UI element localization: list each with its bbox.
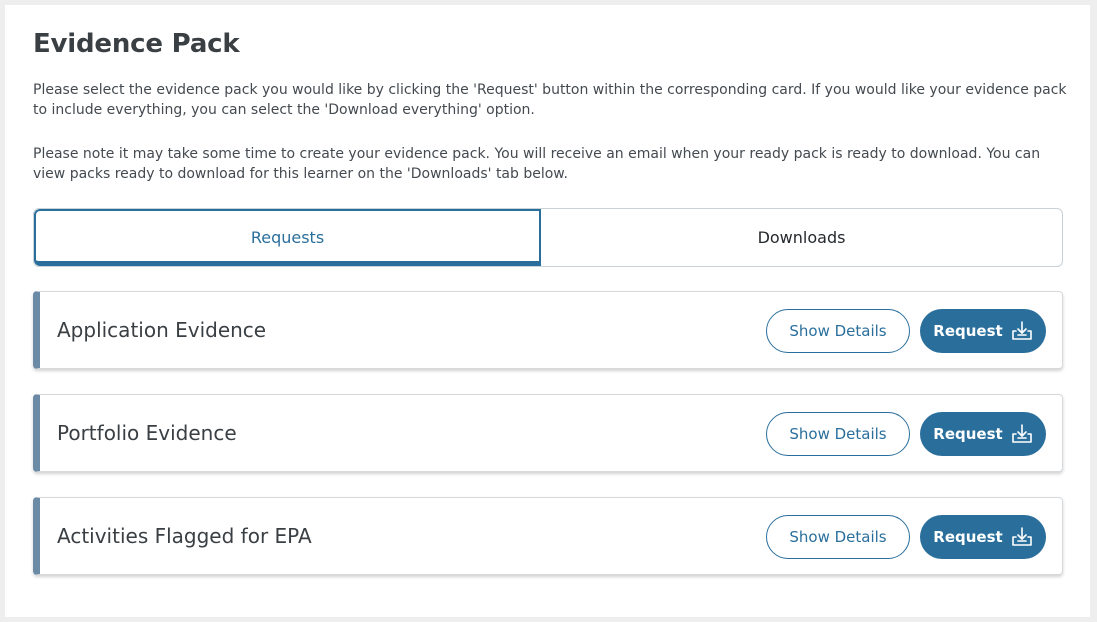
card-title: Portfolio Evidence: [57, 421, 237, 445]
request-button[interactable]: Request: [920, 309, 1046, 353]
card-title: Application Evidence: [57, 318, 267, 342]
evidence-card-application: Application Evidence Show Details Reques…: [33, 291, 1063, 369]
tab-bar: Requests Downloads: [33, 208, 1063, 267]
request-button[interactable]: Request: [920, 412, 1046, 456]
show-details-button[interactable]: Show Details: [766, 412, 910, 456]
download-tray-icon: [1011, 424, 1032, 443]
request-button-label: Request: [933, 322, 1003, 340]
request-button-label: Request: [933, 528, 1003, 546]
page-title: Evidence Pack: [33, 29, 240, 59]
request-button[interactable]: Request: [920, 515, 1046, 559]
card-title: Activities Flagged for EPA: [57, 524, 312, 548]
tab-downloads[interactable]: Downloads: [541, 209, 1062, 266]
evidence-pack-panel: Evidence Pack Please select the evidence…: [5, 5, 1090, 617]
show-details-button[interactable]: Show Details: [766, 309, 910, 353]
download-tray-icon: [1011, 321, 1032, 340]
evidence-card-activities-epa: Activities Flagged for EPA Show Details …: [33, 497, 1063, 575]
intro-paragraph: Please select the evidence pack you woul…: [33, 82, 1067, 118]
request-button-label: Request: [933, 425, 1003, 443]
show-details-button[interactable]: Show Details: [766, 515, 910, 559]
tab-requests[interactable]: Requests: [34, 209, 541, 266]
evidence-card-portfolio: Portfolio Evidence Show Details Request: [33, 394, 1063, 472]
download-tray-icon: [1011, 527, 1032, 546]
note-paragraph: Please note it may take some time to cre…: [33, 146, 1041, 182]
